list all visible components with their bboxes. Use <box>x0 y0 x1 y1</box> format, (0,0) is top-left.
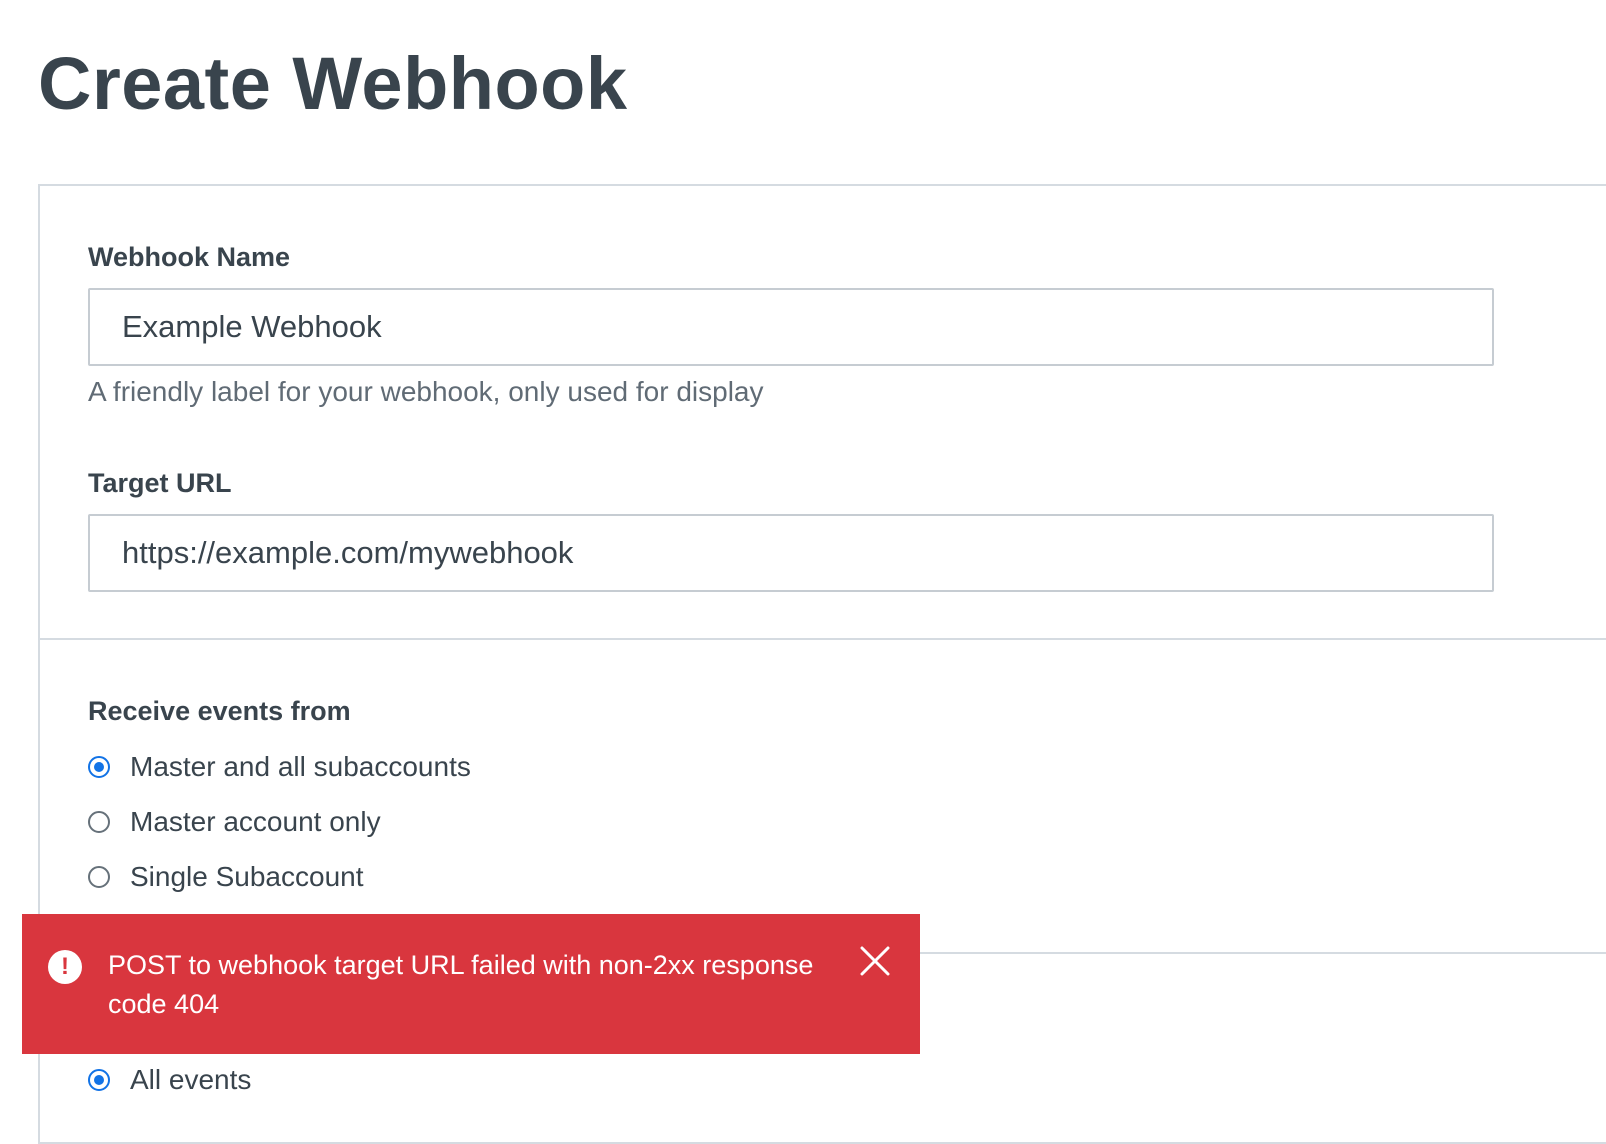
exclamation-icon: ! <box>48 950 82 984</box>
webhook-name-help-text: A friendly label for your webhook, only … <box>88 376 764 407</box>
radio-unselected-icon[interactable] <box>88 811 110 833</box>
section-divider <box>40 638 1606 640</box>
target-url-input[interactable] <box>88 514 1494 592</box>
target-url-label: Target URL <box>88 468 232 498</box>
radio-option-master-and-all-subaccounts[interactable]: Master and all subaccounts <box>88 747 471 787</box>
receive-events-label: Receive events from <box>88 696 351 726</box>
radio-label: All events <box>130 1064 252 1095</box>
radio-label: Master account only <box>130 806 381 837</box>
radio-unselected-icon[interactable] <box>88 866 110 888</box>
radio-label: Single Subaccount <box>130 861 364 892</box>
close-icon[interactable] <box>858 944 892 978</box>
page-title: Create Webhook <box>38 42 628 125</box>
error-alert: ! POST to webhook target URL failed with… <box>22 914 920 1054</box>
alert-message: POST to webhook target URL failed with n… <box>108 950 814 1019</box>
webhook-name-label: Webhook Name <box>88 242 291 272</box>
radio-option-master-account-only[interactable]: Master account only <box>88 802 381 842</box>
radio-option-single-subaccount[interactable]: Single Subaccount <box>88 857 364 897</box>
webhook-name-input[interactable] <box>88 288 1494 366</box>
radio-selected-icon[interactable] <box>88 756 110 778</box>
radio-option-all-events[interactable]: All events <box>88 1060 251 1100</box>
radio-selected-icon[interactable] <box>88 1069 110 1091</box>
radio-label: Master and all subaccounts <box>130 751 471 782</box>
